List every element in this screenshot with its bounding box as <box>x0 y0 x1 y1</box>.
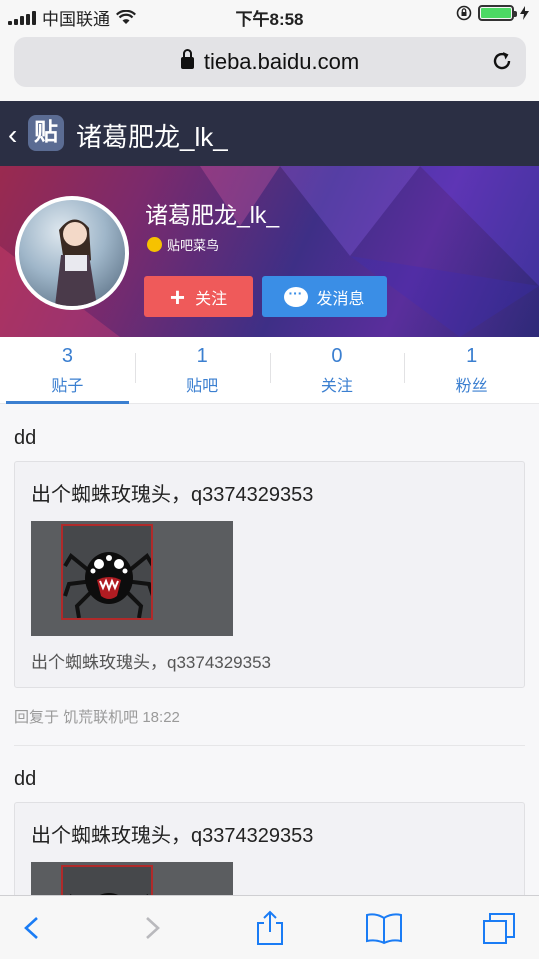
browser-toolbar <box>0 895 539 959</box>
quote-title: 出个蜘蛛玫瑰头，q3374329353 <box>31 484 314 506</box>
stat-number: 0 <box>331 345 343 367</box>
quote-title: 出个蜘蛛玫瑰头，q3374329353 <box>31 825 314 847</box>
battery-icon <box>478 5 517 21</box>
chick-icon <box>147 237 162 252</box>
post-item[interactable]: dd 出个蜘蛛玫瑰头，q3374329353 <box>0 746 539 895</box>
follow-label: 关注 <box>195 290 228 308</box>
charging-icon <box>520 6 529 20</box>
level-badge: 贴吧菜鸟 <box>147 235 219 254</box>
level-label: 贴吧菜鸟 <box>167 238 220 253</box>
post-title[interactable]: dd <box>14 405 525 461</box>
header-title: 诸葛肥龙_lk_ <box>76 122 228 152</box>
post-item[interactable]: dd 出个蜘蛛玫瑰头，q3374329353 <box>0 405 539 746</box>
url-text: tieba.baidu.com <box>203 49 360 74</box>
profile-stats-tabs: 3 贴子 1 贴吧 0 关注 1 粉丝 <box>0 337 539 404</box>
url-display[interactable]: tieba.baidu.com <box>14 49 526 75</box>
stat-label: 粉丝 <box>455 378 488 395</box>
plus-icon: + <box>169 281 186 312</box>
lock-icon <box>180 49 194 69</box>
spider-image <box>61 865 153 895</box>
forward-arrow-icon[interactable] <box>132 910 172 946</box>
post-feed: dd 出个蜘蛛玫瑰头，q3374329353 出个蜘蛛玫瑰头，q33743293… <box>0 405 539 895</box>
status-right <box>456 5 529 21</box>
reload-icon[interactable] <box>490 49 514 73</box>
back-icon[interactable]: ‹ <box>8 119 17 151</box>
orientation-lock-icon <box>456 5 472 21</box>
stat-label: 贴子 <box>51 378 84 395</box>
share-icon[interactable] <box>250 910 290 946</box>
address-bar[interactable]: tieba.baidu.com <box>14 37 526 87</box>
avatar[interactable] <box>15 196 129 310</box>
spider-image <box>61 524 153 620</box>
back-arrow-icon[interactable] <box>12 910 52 946</box>
bookmarks-icon[interactable] <box>364 910 404 946</box>
profile-name: 诸葛肥龙_lk_ <box>145 202 280 228</box>
tab-fans[interactable]: 1 粉丝 <box>404 337 539 403</box>
follow-button[interactable]: + 关注 <box>144 276 253 317</box>
message-label: 发消息 <box>316 290 365 308</box>
tab-posts[interactable]: 3 贴子 <box>0 337 135 404</box>
profile-banner: 诸葛肥龙_lk_ 贴吧菜鸟 + 关注 发消息 <box>0 166 539 337</box>
quoted-thread[interactable]: 出个蜘蛛玫瑰头，q3374329353 <box>14 802 525 895</box>
tab-forums[interactable]: 1 贴吧 <box>134 337 270 403</box>
thread-image[interactable] <box>31 521 233 636</box>
quote-excerpt: 出个蜘蛛玫瑰头，q3374329353 <box>31 653 272 672</box>
stat-number: 1 <box>196 345 208 367</box>
quoted-thread[interactable]: 出个蜘蛛玫瑰头，q3374329353 <box>14 461 525 688</box>
avatar-image <box>19 200 125 306</box>
stat-label: 关注 <box>320 378 353 395</box>
thread-image[interactable] <box>31 862 233 895</box>
stat-number: 3 <box>61 345 73 367</box>
status-bar: 中国联通 下午8:58 <box>0 0 539 30</box>
stat-number: 1 <box>466 345 478 367</box>
post-title[interactable]: dd <box>14 746 525 802</box>
tieba-logo[interactable]: 贴 <box>28 115 64 151</box>
tab-following[interactable]: 0 关注 <box>269 337 405 403</box>
stat-label: 贴吧 <box>186 378 219 395</box>
message-button[interactable]: 发消息 <box>262 276 387 317</box>
browser-address-area: tieba.baidu.com <box>0 30 539 101</box>
chat-bubble-icon <box>284 285 309 307</box>
tabs-icon[interactable] <box>480 910 520 946</box>
tieba-header: ‹ 贴 诸葛肥龙_lk_ <box>0 101 539 166</box>
post-meta: 回复于 饥荒联机吧 18:22 <box>14 688 525 746</box>
